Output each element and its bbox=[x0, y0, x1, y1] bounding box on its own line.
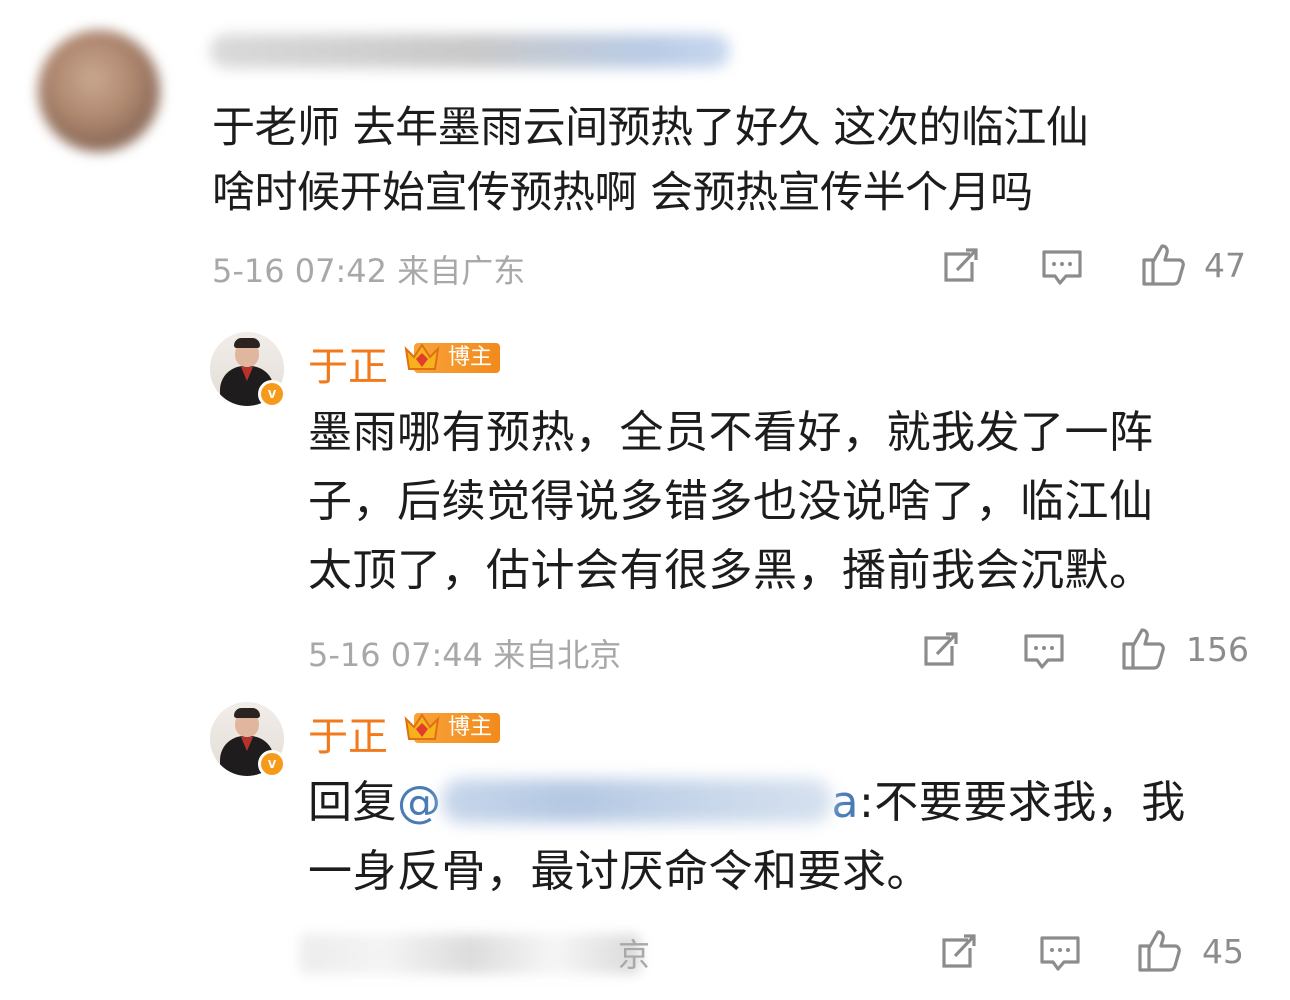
like-icon[interactable] bbox=[1120, 624, 1168, 672]
mention-name-blurred bbox=[441, 779, 832, 823]
like-icon[interactable] bbox=[1140, 240, 1188, 288]
like-count: 45 bbox=[1202, 932, 1244, 971]
comment-meta: 5-16 07:42 来自广东 bbox=[212, 252, 526, 290]
comment-icon[interactable] bbox=[1038, 932, 1082, 974]
commenter-name-blurred[interactable] bbox=[210, 34, 730, 68]
reply-text: 回复@ a:不要要求我，我 一身反骨，最讨厌命令和要求。 bbox=[308, 768, 1186, 906]
like-count: 156 bbox=[1186, 630, 1249, 669]
crown-icon bbox=[402, 709, 442, 745]
crown-icon bbox=[402, 339, 442, 375]
reply-text-line: 太顶了，估计会有很多黑，播前我会沉默。 bbox=[308, 545, 1154, 596]
reply-text-line: 墨雨哪有预热，全员不看好，就我发了一阵 bbox=[308, 407, 1154, 458]
reply-text-line: 子，后续觉得说多错多也没说啥了，临江仙 bbox=[308, 476, 1154, 527]
reply-meta-blurred bbox=[300, 934, 640, 974]
comment-icon[interactable] bbox=[1022, 630, 1066, 672]
mention-link[interactable]: @ a bbox=[397, 777, 859, 828]
verified-badge: v bbox=[258, 750, 286, 778]
like-icon[interactable] bbox=[1136, 926, 1184, 974]
blogger-tag-label: 博主 bbox=[448, 345, 493, 370]
reply-meta: 5-16 07:44 来自北京 bbox=[308, 636, 622, 674]
blogger-tag-label: 博主 bbox=[448, 715, 493, 740]
comment-icon[interactable] bbox=[1040, 246, 1084, 288]
verified-badge: v bbox=[258, 380, 286, 408]
mention-at: @ bbox=[397, 777, 442, 828]
author-name[interactable]: 于正 bbox=[308, 334, 388, 392]
reply-meta-tail: 京 bbox=[618, 936, 651, 974]
reply-prefix: 回复 bbox=[308, 777, 397, 828]
mention-tail: a bbox=[831, 777, 859, 828]
commenter-avatar-blurred[interactable] bbox=[38, 30, 160, 152]
author-name[interactable]: 于正 bbox=[308, 704, 388, 762]
comment-text: 于老师 去年墨雨云间预热了好久 这次的临江仙 啥时候开始宣传预热啊 会预热宣传半… bbox=[212, 96, 1089, 226]
reply-text: 墨雨哪有预热，全员不看好，就我发了一阵 子，后续觉得说多错多也没说啥了，临江仙 … bbox=[308, 398, 1154, 605]
repost-icon[interactable] bbox=[936, 930, 980, 974]
repost-icon[interactable] bbox=[918, 628, 962, 672]
reply-text-rest: :不要要求我，我 bbox=[858, 777, 1186, 828]
like-count: 47 bbox=[1204, 246, 1246, 285]
repost-icon[interactable] bbox=[938, 244, 982, 288]
comment-text-line: 于老师 去年墨雨云间预热了好久 这次的临江仙 bbox=[212, 103, 1089, 153]
comment-text-line: 啥时候开始宣传预热啊 会预热宣传半个月吗 bbox=[212, 168, 1033, 218]
reply-text-line: 一身反骨，最讨厌命令和要求。 bbox=[308, 846, 931, 897]
reply-text-line: 回复@ a:不要要求我，我 bbox=[308, 768, 1186, 837]
